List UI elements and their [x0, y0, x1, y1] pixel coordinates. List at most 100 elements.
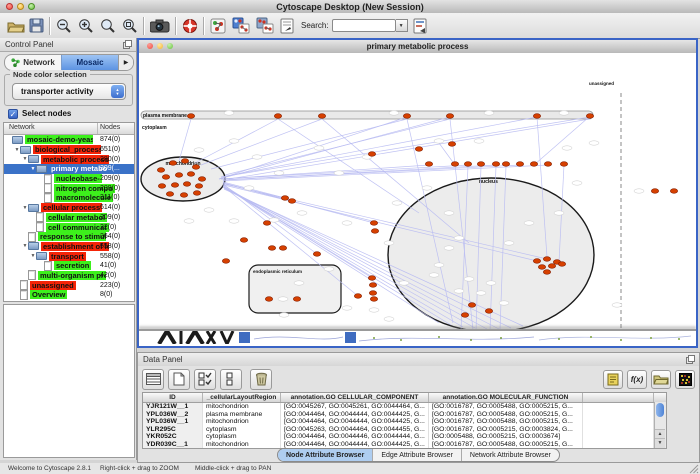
- table-cell[interactable]: [583, 418, 654, 426]
- zoom-out-button[interactable]: [56, 16, 72, 36]
- apply-layout-button[interactable]: [232, 16, 250, 36]
- graph-node[interactable]: [543, 257, 550, 262]
- graph-node[interactable]: [651, 189, 658, 194]
- graph-node[interactable]: [222, 259, 229, 264]
- graph-node[interactable]: [477, 162, 484, 167]
- tree-row[interactable]: cell communicat22(0): [4, 222, 134, 232]
- graph-node[interactable]: [195, 184, 202, 189]
- table-cell[interactable]: mitochondrion: [203, 441, 281, 449]
- graph-node[interactable]: [371, 229, 378, 234]
- graph-node[interactable]: [313, 252, 320, 257]
- graph-node[interactable]: [368, 276, 375, 281]
- tree-row[interactable]: nucleobase-209(0): [4, 174, 134, 184]
- tree-row[interactable]: macromolecule311(0): [4, 193, 134, 203]
- annotation-button[interactable]: [603, 370, 623, 389]
- table-scrollbar[interactable]: ▲ ▼: [654, 402, 666, 448]
- table-row[interactable]: YJR121W__1mitochondrion[GO:0045267, GO:0…: [143, 403, 666, 411]
- tree-row[interactable]: ▼primary metabo209(...: [4, 164, 134, 174]
- graph-node[interactable]: [288, 199, 295, 204]
- tree-row[interactable]: Overview8(0): [4, 290, 134, 300]
- graph-node[interactable]: [415, 147, 422, 152]
- graph-edge[interactable]: [223, 182, 285, 198]
- graph-node[interactable]: [516, 162, 523, 167]
- resize-grip-icon[interactable]: [689, 464, 699, 474]
- graph-node[interactable]: [175, 173, 182, 178]
- tree-row[interactable]: response to stimul264(0): [4, 232, 134, 242]
- table-cell[interactable]: [GO:0044464, GO:0044446, GO:0044444, G..…: [281, 433, 429, 441]
- graph-node[interactable]: [403, 114, 410, 119]
- table-cell[interactable]: YKR052C: [143, 433, 203, 441]
- table-cell[interactable]: plasma membrane: [203, 411, 281, 419]
- save-session-button[interactable]: [29, 16, 44, 36]
- table-cell[interactable]: YJR121W__1: [143, 403, 203, 411]
- graph-node[interactable]: [548, 264, 555, 269]
- graph-node[interactable]: [586, 114, 593, 119]
- select-attributes-button[interactable]: [194, 369, 216, 390]
- tab-node-attribute-browser[interactable]: Node Attribute Browser: [278, 449, 372, 461]
- graph-node[interactable]: [187, 114, 194, 119]
- graph-node[interactable]: [281, 196, 288, 201]
- table-cell[interactable]: [583, 411, 654, 419]
- search-input[interactable]: [332, 19, 396, 32]
- tree-row[interactable]: ▼establishment of lo558(0): [4, 242, 134, 252]
- graph-node[interactable]: [451, 162, 458, 167]
- graph-node[interactable]: [558, 262, 565, 267]
- table-cell[interactable]: [GO:0016787, GO:0005215, GO:0003824, G..…: [429, 426, 583, 434]
- node-color-select[interactable]: transporter activity ▲▼: [12, 83, 126, 100]
- vizmapper-button[interactable]: [280, 16, 295, 36]
- graph-node[interactable]: [485, 309, 492, 314]
- show-attributes-button[interactable]: [142, 369, 164, 390]
- graph-node[interactable]: [370, 297, 377, 302]
- graph-node[interactable]: [157, 168, 164, 173]
- tree-row[interactable]: multi-organism pro42(0): [4, 271, 134, 281]
- graph-node[interactable]: [240, 238, 247, 243]
- tree-row[interactable]: unassigned223(0): [4, 280, 134, 290]
- graph-edge[interactable]: [534, 117, 589, 165]
- graph-node[interactable]: [370, 221, 377, 226]
- graph-node[interactable]: [502, 162, 509, 167]
- graph-node[interactable]: [448, 142, 455, 147]
- graph-node[interactable]: [181, 159, 188, 164]
- table-column-header[interactable]: [583, 393, 654, 402]
- open-session-button[interactable]: [7, 16, 25, 36]
- table-cell[interactable]: [GO:0016787, GO:0005488, GO:0005215, G..…: [429, 418, 583, 426]
- network-canvas[interactable]: plasma membranecytoplasmmitochondrionnuc…: [139, 53, 696, 330]
- graph-node[interactable]: [670, 189, 677, 194]
- formula-button[interactable]: f(x): [627, 370, 647, 389]
- graph-node[interactable]: [274, 114, 281, 119]
- table-cell[interactable]: [GO:0016787, GO:0005488, GO:0005215, G..…: [429, 403, 583, 411]
- graph-node[interactable]: [492, 162, 499, 167]
- tree-row[interactable]: secretion41(0): [4, 261, 134, 271]
- table-cell[interactable]: [GO:0044464, GO:0044444, GO:0044425, G..…: [281, 418, 429, 426]
- graph-edge[interactable]: [278, 119, 419, 213]
- table-cell[interactable]: YLR295C: [143, 426, 203, 434]
- table-cell[interactable]: [GO:0044464, GO:0044444, GO:0044425, G..…: [281, 411, 429, 419]
- graph-node[interactable]: [538, 265, 545, 270]
- graph-node[interactable]: [464, 162, 471, 167]
- table-cell[interactable]: [583, 403, 654, 411]
- tab-network-attribute-browser[interactable]: Network Attribute Browser: [461, 449, 559, 461]
- tree-row[interactable]: ▼metabolic process280(0): [4, 154, 134, 164]
- unselect-attributes-button[interactable]: [220, 369, 242, 390]
- tab-network[interactable]: Network: [5, 55, 61, 70]
- tree-row[interactable]: ▼cellular process614(0): [4, 203, 134, 213]
- table-cell[interactable]: cytoplasm: [203, 433, 281, 441]
- tree-row[interactable]: ▼transport558(0): [4, 251, 134, 261]
- graph-node[interactable]: [171, 183, 178, 188]
- graph-node[interactable]: [354, 294, 361, 299]
- graph-node[interactable]: [446, 114, 453, 119]
- zoom-fit-button[interactable]: [100, 16, 116, 36]
- zoom-selected-button[interactable]: [122, 16, 138, 36]
- table-cell[interactable]: [GO:0045267, GO:0045261, GO:0044464, G..…: [281, 403, 429, 411]
- graph-node[interactable]: [162, 175, 169, 180]
- table-cell[interactable]: [583, 426, 654, 434]
- delete-attribute-button[interactable]: [250, 369, 272, 390]
- graph-node[interactable]: [279, 246, 286, 251]
- zoom-in-button[interactable]: [78, 16, 94, 36]
- graph-node[interactable]: [193, 191, 200, 196]
- table-cell[interactable]: [583, 433, 654, 441]
- table-column-header[interactable]: ID: [143, 393, 203, 402]
- table-row[interactable]: YLR295Ccytoplasm[GO:0045263, GO:0044464,…: [143, 426, 666, 434]
- scrollbar-thumb[interactable]: [656, 403, 664, 417]
- graph-node[interactable]: [468, 303, 475, 308]
